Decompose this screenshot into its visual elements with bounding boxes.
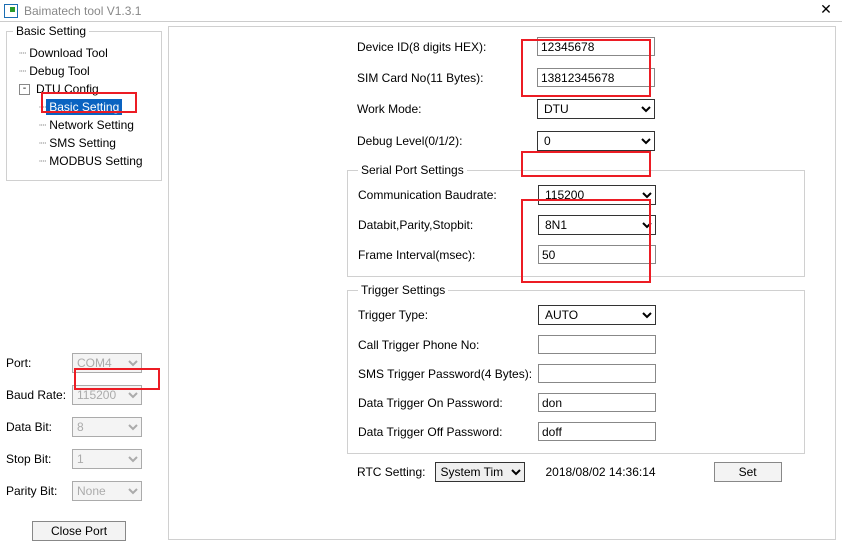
tree-item-modbus-setting[interactable]: ┈MODBUS Setting — [19, 152, 155, 170]
trigger-fieldset: Trigger Settings Trigger Type: AUTO Call… — [347, 283, 805, 454]
rtc-label: RTC Setting: — [357, 465, 425, 479]
close-window-button[interactable]: ✕ — [810, 1, 842, 21]
trigger-type-label: Trigger Type: — [358, 308, 538, 322]
call-trigger-input[interactable] — [538, 335, 656, 354]
stop-bit-label: Stop Bit: — [6, 452, 72, 466]
serial-port-legend: Serial Port Settings — [358, 163, 467, 177]
sms-password-label: SMS Trigger Password(4 Bytes): — [358, 367, 538, 381]
trigger-legend: Trigger Settings — [358, 283, 448, 297]
sim-card-input[interactable] — [537, 68, 655, 87]
data-on-input[interactable] — [538, 393, 656, 412]
set-button[interactable]: Set — [714, 462, 782, 482]
parity-bit-row: Parity Bit: None — [6, 481, 162, 501]
sim-card-label: SIM Card No(11 Bytes): — [357, 71, 537, 85]
data-off-label: Data Trigger Off Password: — [358, 425, 538, 439]
port-select[interactable]: COM4 — [72, 353, 142, 373]
data-on-row: Data Trigger On Password: — [358, 393, 794, 412]
frame-interval-row: Frame Interval(msec): — [358, 245, 794, 264]
sidebar-fieldset: Basic Setting ┈Download Tool ┈Debug Tool… — [6, 24, 162, 181]
data-off-input[interactable] — [538, 422, 656, 441]
frame-interval-label: Frame Interval(msec): — [358, 248, 538, 262]
comm-baudrate-label: Communication Baudrate: — [358, 188, 538, 202]
debug-level-label: Debug Level(0/1/2): — [357, 134, 537, 148]
trigger-type-row: Trigger Type: AUTO — [358, 305, 794, 325]
comm-baudrate-select[interactable]: 115200 — [538, 185, 656, 205]
work-mode-row: Work Mode: DTU — [179, 99, 825, 119]
serial-port-fieldset: Serial Port Settings Communication Baudr… — [347, 163, 805, 277]
work-mode-label: Work Mode: — [357, 102, 537, 116]
debug-level-select[interactable]: 0 — [537, 131, 655, 151]
port-label: Port: — [6, 356, 72, 370]
dps-row: Databit,Parity,Stopbit: 8N1 — [358, 215, 794, 235]
rtc-timestamp: 2018/08/02 14:36:14 — [545, 465, 655, 479]
tree-item-dtu-config[interactable]: -DTU Config — [19, 80, 155, 98]
window-title: Baimatech tool V1.3.1 — [24, 4, 810, 18]
data-off-row: Data Trigger Off Password: — [358, 422, 794, 441]
parity-bit-label: Parity Bit: — [6, 484, 72, 498]
sidebar: Basic Setting ┈Download Tool ┈Debug Tool… — [0, 22, 168, 546]
device-id-input[interactable] — [537, 37, 655, 56]
data-bit-select[interactable]: 8 — [72, 417, 142, 437]
tree-item-debug-tool[interactable]: ┈Debug Tool — [19, 62, 155, 80]
data-bit-row: Data Bit: 8 — [6, 417, 162, 437]
main-panel: Device ID(8 digits HEX): SIM Card No(11 … — [168, 26, 836, 540]
rtc-row: RTC Setting: System Tim 2018/08/02 14:36… — [179, 462, 825, 482]
tree-item-network-setting[interactable]: ┈Network Setting — [19, 116, 155, 134]
sidebar-legend: Basic Setting — [13, 24, 89, 38]
port-row: Port: COM4 — [6, 353, 162, 373]
work-mode-select[interactable]: DTU — [537, 99, 655, 119]
nav-tree: ┈Download Tool ┈Debug Tool -DTU Config ┈… — [13, 42, 155, 172]
stop-bit-select[interactable]: 1 — [72, 449, 142, 469]
device-id-row: Device ID(8 digits HEX): — [179, 37, 825, 56]
device-id-label: Device ID(8 digits HEX): — [357, 40, 537, 54]
tree-item-basic-setting[interactable]: ┈Basic Setting — [19, 98, 155, 116]
parity-bit-select[interactable]: None — [72, 481, 142, 501]
trigger-type-select[interactable]: AUTO — [538, 305, 656, 325]
title-bar: Baimatech tool V1.3.1 ✕ — [0, 0, 842, 22]
data-on-label: Data Trigger On Password: — [358, 396, 538, 410]
dps-select[interactable]: 8N1 — [538, 215, 656, 235]
app-icon — [4, 4, 18, 18]
baud-rate-row: Baud Rate: 115200 — [6, 385, 162, 405]
data-bit-label: Data Bit: — [6, 420, 72, 434]
frame-interval-input[interactable] — [538, 245, 656, 264]
sms-password-input[interactable] — [538, 364, 656, 383]
baud-rate-select[interactable]: 115200 — [72, 385, 142, 405]
call-trigger-label: Call Trigger Phone No: — [358, 338, 538, 352]
sim-card-row: SIM Card No(11 Bytes): — [179, 68, 825, 87]
tree-item-download-tool[interactable]: ┈Download Tool — [19, 44, 155, 62]
debug-level-row: Debug Level(0/1/2): 0 — [179, 131, 825, 151]
call-trigger-row: Call Trigger Phone No: — [358, 335, 794, 354]
tree-item-sms-setting[interactable]: ┈SMS Setting — [19, 134, 155, 152]
collapse-icon[interactable]: - — [19, 84, 30, 95]
rtc-select[interactable]: System Tim — [435, 462, 525, 482]
sms-password-row: SMS Trigger Password(4 Bytes): — [358, 364, 794, 383]
dps-label: Databit,Parity,Stopbit: — [358, 218, 538, 232]
stop-bit-row: Stop Bit: 1 — [6, 449, 162, 469]
close-port-button[interactable]: Close Port — [32, 521, 126, 541]
baud-rate-label: Baud Rate: — [6, 388, 72, 402]
comm-baudrate-row: Communication Baudrate: 115200 — [358, 185, 794, 205]
